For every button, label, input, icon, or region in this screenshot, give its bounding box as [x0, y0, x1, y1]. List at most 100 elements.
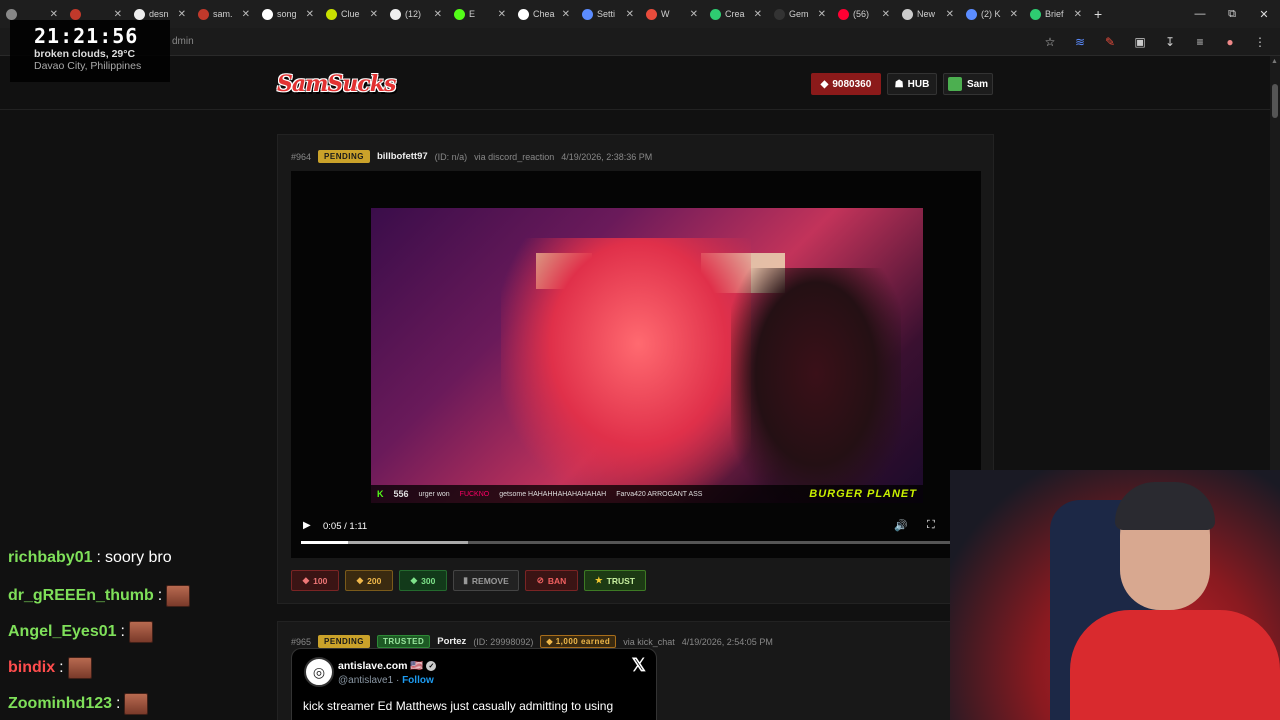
tab-close-icon[interactable]: ✕	[690, 9, 698, 20]
hub-icon: ☗	[894, 78, 904, 90]
ban-button[interactable]: ⊘ BAN	[525, 570, 578, 591]
browser-tab[interactable]: (2) K ✕	[960, 0, 1024, 28]
tab-close-icon[interactable]: ✕	[818, 9, 826, 20]
close-window-icon[interactable]: ✕	[1248, 0, 1280, 28]
bookmark-star-icon[interactable]: ☆	[1040, 32, 1060, 52]
tab-close-icon[interactable]: ✕	[498, 9, 506, 20]
extensions-puzzle-icon[interactable]: ▣	[1130, 32, 1150, 52]
chat-separator: :	[120, 623, 125, 640]
tab-close-icon[interactable]: ✕	[434, 9, 442, 20]
gem-icon: ◆	[546, 637, 556, 646]
points-badge[interactable]: ◆ 9080360	[811, 73, 881, 95]
tab-close-icon[interactable]: ✕	[754, 9, 762, 20]
trust-button[interactable]: ★ TRUST	[584, 570, 646, 591]
chat-message: Angel_Eyes01:	[8, 621, 153, 643]
tab-label: New	[917, 9, 936, 19]
tab-close-icon[interactable]: ✕	[306, 9, 314, 20]
submitter-username[interactable]: Portez	[437, 636, 466, 647]
play-icon[interactable]: ▶	[303, 520, 311, 531]
video-time: 0:05 / 1:11	[323, 521, 368, 532]
award-100-button[interactable]: ◆ 100	[291, 570, 339, 591]
download-icon[interactable]: ↧	[1160, 32, 1180, 52]
tab-close-icon[interactable]: ✕	[114, 9, 122, 20]
chat-username[interactable]: Zoominhd123	[8, 695, 112, 713]
browser-tab[interactable]: New ✕	[896, 0, 960, 28]
browser-tab[interactable]: Brief ✕	[1024, 0, 1088, 28]
browser-tab[interactable]: Crea ✕	[704, 0, 768, 28]
chat-separator: :	[157, 587, 163, 604]
award-100-label: 100	[313, 575, 328, 586]
chat-emote	[67, 657, 92, 679]
profile-avatar-icon[interactable]: ●	[1220, 32, 1240, 52]
video-controls: ▶ 0:05 / 1:11 🔊 ⛶ ⋮	[291, 517, 981, 557]
tab-close-icon[interactable]: ✕	[626, 9, 634, 20]
hub-button[interactable]: ☗ HUB	[887, 73, 937, 95]
minimize-icon[interactable]: —	[1184, 0, 1216, 28]
browser-tab[interactable]: Setti ✕	[576, 0, 640, 28]
volume-icon[interactable]: 🔊	[894, 519, 908, 532]
browser-tab[interactable]: (12) ✕	[384, 0, 448, 28]
scrollbar-thumb[interactable]	[1272, 84, 1278, 118]
chat-username[interactable]: dr_gREEEn_thumb	[8, 587, 154, 605]
remove-button[interactable]: ▮ REMOVE	[453, 570, 519, 591]
browser-tab[interactable]: Clue ✕	[320, 0, 384, 28]
user-menu-button[interactable]: Sam	[943, 73, 993, 95]
video-frame[interactable]: K 556 urger won FUCKNO getsome HAHAHHAHA…	[371, 208, 923, 503]
chat-username[interactable]: Angel_Eyes01	[8, 623, 117, 641]
ban-label: BAN	[547, 575, 567, 586]
tab-favicon-icon	[262, 8, 273, 20]
browser-tab[interactable]: Gem ✕	[768, 0, 832, 28]
browser-tab[interactable]: (56) ✕	[832, 0, 896, 28]
submitter-username[interactable]: billbofett97	[377, 151, 428, 162]
tab-favicon-icon	[838, 8, 849, 20]
points-value: 9080360	[832, 78, 872, 90]
browser-tab[interactable]: song ✕	[256, 0, 320, 28]
browser-tab[interactable]: sam. ✕	[192, 0, 256, 28]
tab-favicon-icon	[1030, 8, 1041, 20]
chat-username[interactable]: bindix	[8, 659, 55, 677]
tab-close-icon[interactable]: ✕	[562, 9, 570, 20]
tab-close-icon[interactable]: ✕	[1010, 9, 1018, 20]
tab-close-icon[interactable]: ✕	[882, 9, 890, 20]
url-text[interactable]: dmin	[172, 36, 194, 47]
tab-close-icon[interactable]: ✕	[50, 9, 58, 20]
tweet-handle[interactable]: @antislave1	[338, 675, 393, 686]
restore-icon[interactable]: ⧉	[1216, 0, 1248, 28]
reading-list-icon[interactable]: ≡	[1190, 32, 1210, 52]
tab-favicon-icon	[966, 8, 977, 20]
tab-favicon-icon	[582, 8, 593, 20]
tab-label: (56)	[853, 9, 870, 19]
award-200-button[interactable]: ◆ 200	[345, 570, 393, 591]
browser-menu-icon[interactable]: ⋮	[1250, 32, 1270, 52]
status-badge: PENDING	[318, 150, 370, 163]
fullscreen-icon[interactable]: ⛶	[927, 519, 935, 532]
tab-close-icon[interactable]: ✕	[370, 9, 378, 20]
status-badge: PENDING	[318, 635, 370, 648]
tweet-follow-link[interactable]: Follow	[402, 675, 434, 686]
tweet-author-name[interactable]: antislave.com 🇺🇸 ✓	[338, 659, 437, 672]
video-player[interactable]: K 556 urger won FUCKNO getsome HAHAHHAHA…	[291, 171, 981, 558]
clock-widget: 21:21:56 broken clouds, 29°C Davao City,…	[10, 20, 170, 82]
tab-close-icon[interactable]: ✕	[946, 9, 954, 20]
x-logo-icon[interactable]: 𝕏	[631, 655, 646, 676]
browser-tab[interactable]: W ✕	[640, 0, 704, 28]
new-tab-button[interactable]: +	[1094, 6, 1102, 22]
tab-close-icon[interactable]: ✕	[178, 9, 186, 20]
scroll-up-icon[interactable]: ▲	[1271, 58, 1278, 65]
tab-close-icon[interactable]: ✕	[1074, 9, 1082, 20]
video-progress-bar[interactable]	[301, 541, 969, 544]
browser-tab[interactable]: E ✕	[448, 0, 512, 28]
user-avatar	[947, 77, 962, 91]
tweet-avatar[interactable]: ◎	[304, 657, 334, 687]
chat-message: Zoominhd123:	[8, 693, 149, 715]
award-300-button[interactable]: ◆ 300	[399, 570, 447, 591]
extension-wave-icon[interactable]: ≋	[1070, 32, 1090, 52]
chat-username[interactable]: richbaby01	[8, 549, 92, 567]
extension-pen-icon[interactable]: ✎	[1100, 32, 1120, 52]
site-logo[interactable]: SamSucks	[277, 66, 396, 102]
tab-close-icon[interactable]: ✕	[242, 9, 250, 20]
tab-favicon-icon	[518, 8, 529, 20]
browser-tab[interactable]: Chea ✕	[512, 0, 576, 28]
tweet-embed[interactable]: ◎ antislave.com 🇺🇸 ✓ @antislave1 · Follo…	[291, 648, 657, 720]
webcam-streamer-body	[1070, 610, 1280, 720]
